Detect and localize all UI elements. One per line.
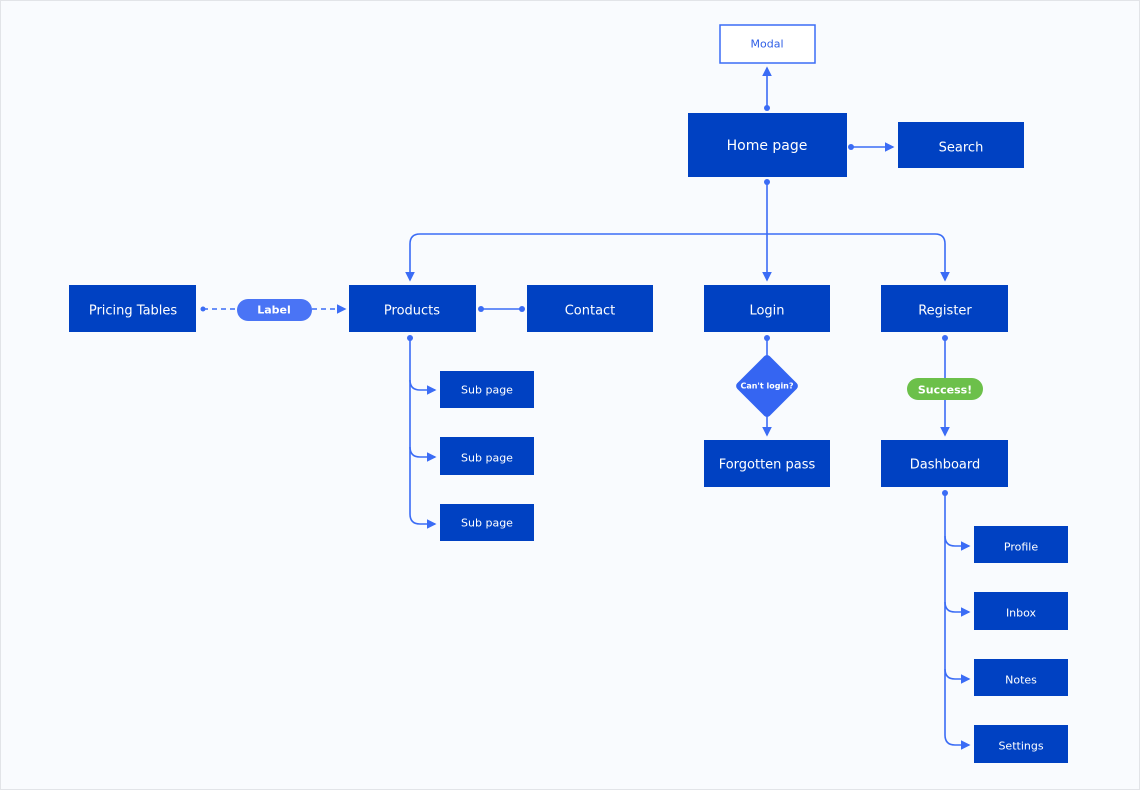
node-label: Notes: [1005, 674, 1037, 687]
node-profile[interactable]: Profile: [974, 526, 1068, 563]
node-dashboard[interactable]: Dashboard: [881, 440, 1008, 487]
node-modal[interactable]: Modal: [719, 24, 816, 64]
node-label: Sub page: [461, 452, 513, 465]
node-label: Contact: [565, 304, 616, 319]
decision-label: Can't login?: [740, 382, 793, 391]
node-label: Login: [749, 304, 784, 319]
node-label: Products: [384, 304, 440, 319]
node-label: Home page: [727, 138, 808, 154]
node-label: Forgotten pass: [719, 458, 816, 473]
node-inbox[interactable]: Inbox: [974, 592, 1068, 630]
node-label: Search: [939, 141, 984, 156]
node-home-page[interactable]: Home page: [688, 113, 847, 177]
node-sub-page[interactable]: Sub page: [440, 371, 534, 408]
sitemap-canvas: Modal Home page Search Pricing Tables La…: [0, 0, 1140, 790]
node-label: Settings: [998, 740, 1043, 753]
node-forgotten-pass[interactable]: Forgotten pass: [704, 440, 830, 487]
node-label: Dashboard: [910, 458, 981, 473]
node-label: Profile: [1004, 541, 1038, 554]
node-label: Inbox: [1006, 607, 1037, 620]
node-settings[interactable]: Settings: [974, 725, 1068, 763]
label-pill-text: Label: [257, 304, 291, 317]
node-register[interactable]: Register: [881, 285, 1008, 332]
node-login[interactable]: Login: [704, 285, 830, 332]
success-pill: Success!: [907, 378, 983, 400]
node-pricing-tables[interactable]: Pricing Tables: [69, 285, 196, 332]
success-pill-text: Success!: [918, 384, 972, 397]
node-label: Modal: [751, 38, 784, 51]
node-contact[interactable]: Contact: [527, 285, 653, 332]
node-label: Pricing Tables: [89, 304, 178, 319]
node-sub-page[interactable]: Sub page: [440, 504, 534, 541]
sitemap-diagram: Modal Home page Search Pricing Tables La…: [0, 0, 1140, 790]
node-products[interactable]: Products: [349, 285, 476, 332]
node-label: Sub page: [461, 517, 513, 530]
node-sub-page[interactable]: Sub page: [440, 437, 534, 475]
node-label: Register: [918, 304, 972, 319]
node-notes[interactable]: Notes: [974, 659, 1068, 696]
label-pill: Label: [237, 299, 312, 321]
node-search[interactable]: Search: [898, 122, 1024, 168]
node-label: Sub page: [461, 384, 513, 397]
